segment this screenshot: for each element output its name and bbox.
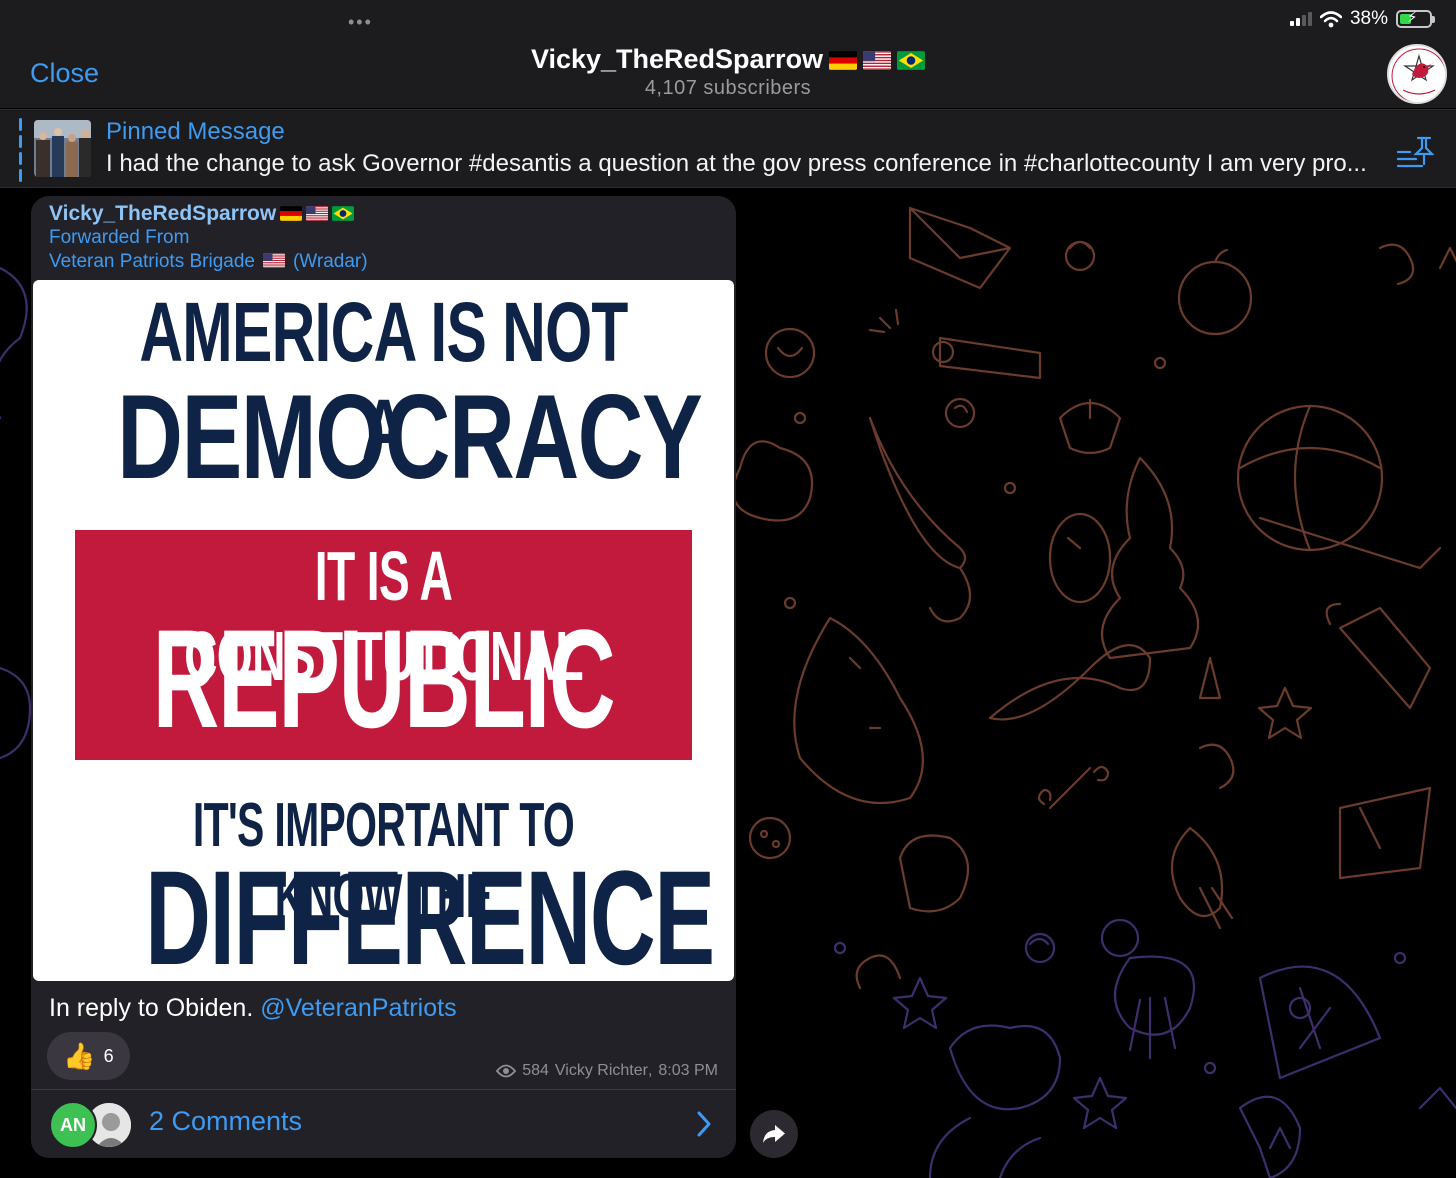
sender-name-text: Vicky_TheRedSparrow [49,202,277,225]
pinned-list-icon[interactable] [1396,134,1434,170]
view-count: 584 [522,1062,549,1079]
post-author: Vicky Richter [554,1062,648,1079]
comments-button[interactable]: AN 2 Comments [31,1089,736,1158]
germany-flag-icon [829,51,858,70]
poster-line-2: DEMOCRACY [117,370,703,504]
reaction-count: 6 [103,1045,114,1066]
status-bar: 38% ⚡ [1289,8,1435,30]
forward-share-button[interactable] [750,1110,798,1158]
sender-name[interactable]: Vicky_TheRedSparrow [49,202,355,226]
poster-line-4: REPUBLIC [152,600,616,757]
battery-icon: ⚡ [1396,9,1435,28]
share-arrow-icon [763,1125,785,1143]
post-time: 8:03 PM [658,1062,718,1079]
reaction-chip[interactable]: 👍 6 [47,1032,130,1080]
commenter-avatar-initials: AN [49,1101,97,1149]
germany-flag-icon [280,206,303,221]
subscriber-count: 4,107 subscribers [644,77,812,99]
channel-avatar[interactable] [1387,44,1447,104]
pinned-message-bar[interactable]: Pinned Message I had the change to ask G… [0,109,1456,188]
battery-percent: 38% [1349,8,1388,29]
forwarded-from-label: Forwarded From [49,227,190,248]
top-bar: ••• 38% ⚡ Close Vicky_TheRedSparrow 4,10… [0,0,1456,108]
message-bubble[interactable]: Vicky_TheRedSparrow Forwarded From Veter… [31,196,736,1158]
message-image[interactable]: AMERICA IS NOT A DEMOCRACY IT IS A CONST… [33,280,734,981]
comments-label: 2 Comments [149,1106,303,1136]
cellular-signal-icon [1289,12,1312,26]
channel-title[interactable]: Vicky_TheRedSparrow [0,44,1456,75]
multitasking-dots[interactable]: ••• [348,12,373,33]
forwarded-source-suffix: (Wradar) [292,251,368,272]
brazil-flag-icon [332,206,355,221]
pinned-text: I had the change to ask Governor #desant… [106,150,1367,177]
usa-flag-icon [262,253,285,268]
thumbs-up-icon: 👍 [63,1040,96,1071]
forwarded-source-link[interactable]: Veteran Patriots Brigade (Wradar) [49,251,368,273]
wifi-icon [1319,10,1342,27]
brazil-flag-icon [897,51,926,70]
usa-flag-icon [306,206,329,221]
message-caption: In reply to Obiden. @VeteranPatriots [49,994,457,1023]
chevron-right-icon [697,1111,711,1137]
pinned-thumbnail [34,120,91,177]
channel-header[interactable]: Vicky_TheRedSparrow 4,107 subscribers [0,44,1456,100]
eye-icon [496,1064,517,1078]
message-meta: 584 Vicky Richter, 8:03 PM [496,1062,718,1080]
forwarded-source-name: Veteran Patriots Brigade [49,251,255,272]
caption-text: In reply to Obiden. [49,994,254,1022]
usa-flag-icon [863,51,892,70]
pinned-indicator [19,118,22,182]
channel-name: Vicky_TheRedSparrow [530,44,824,74]
caption-mention-link[interactable]: @VeteranPatriots [260,994,456,1022]
poster-line-6: DIFFERENCE [145,844,715,981]
pinned-title: Pinned Message [106,118,285,145]
